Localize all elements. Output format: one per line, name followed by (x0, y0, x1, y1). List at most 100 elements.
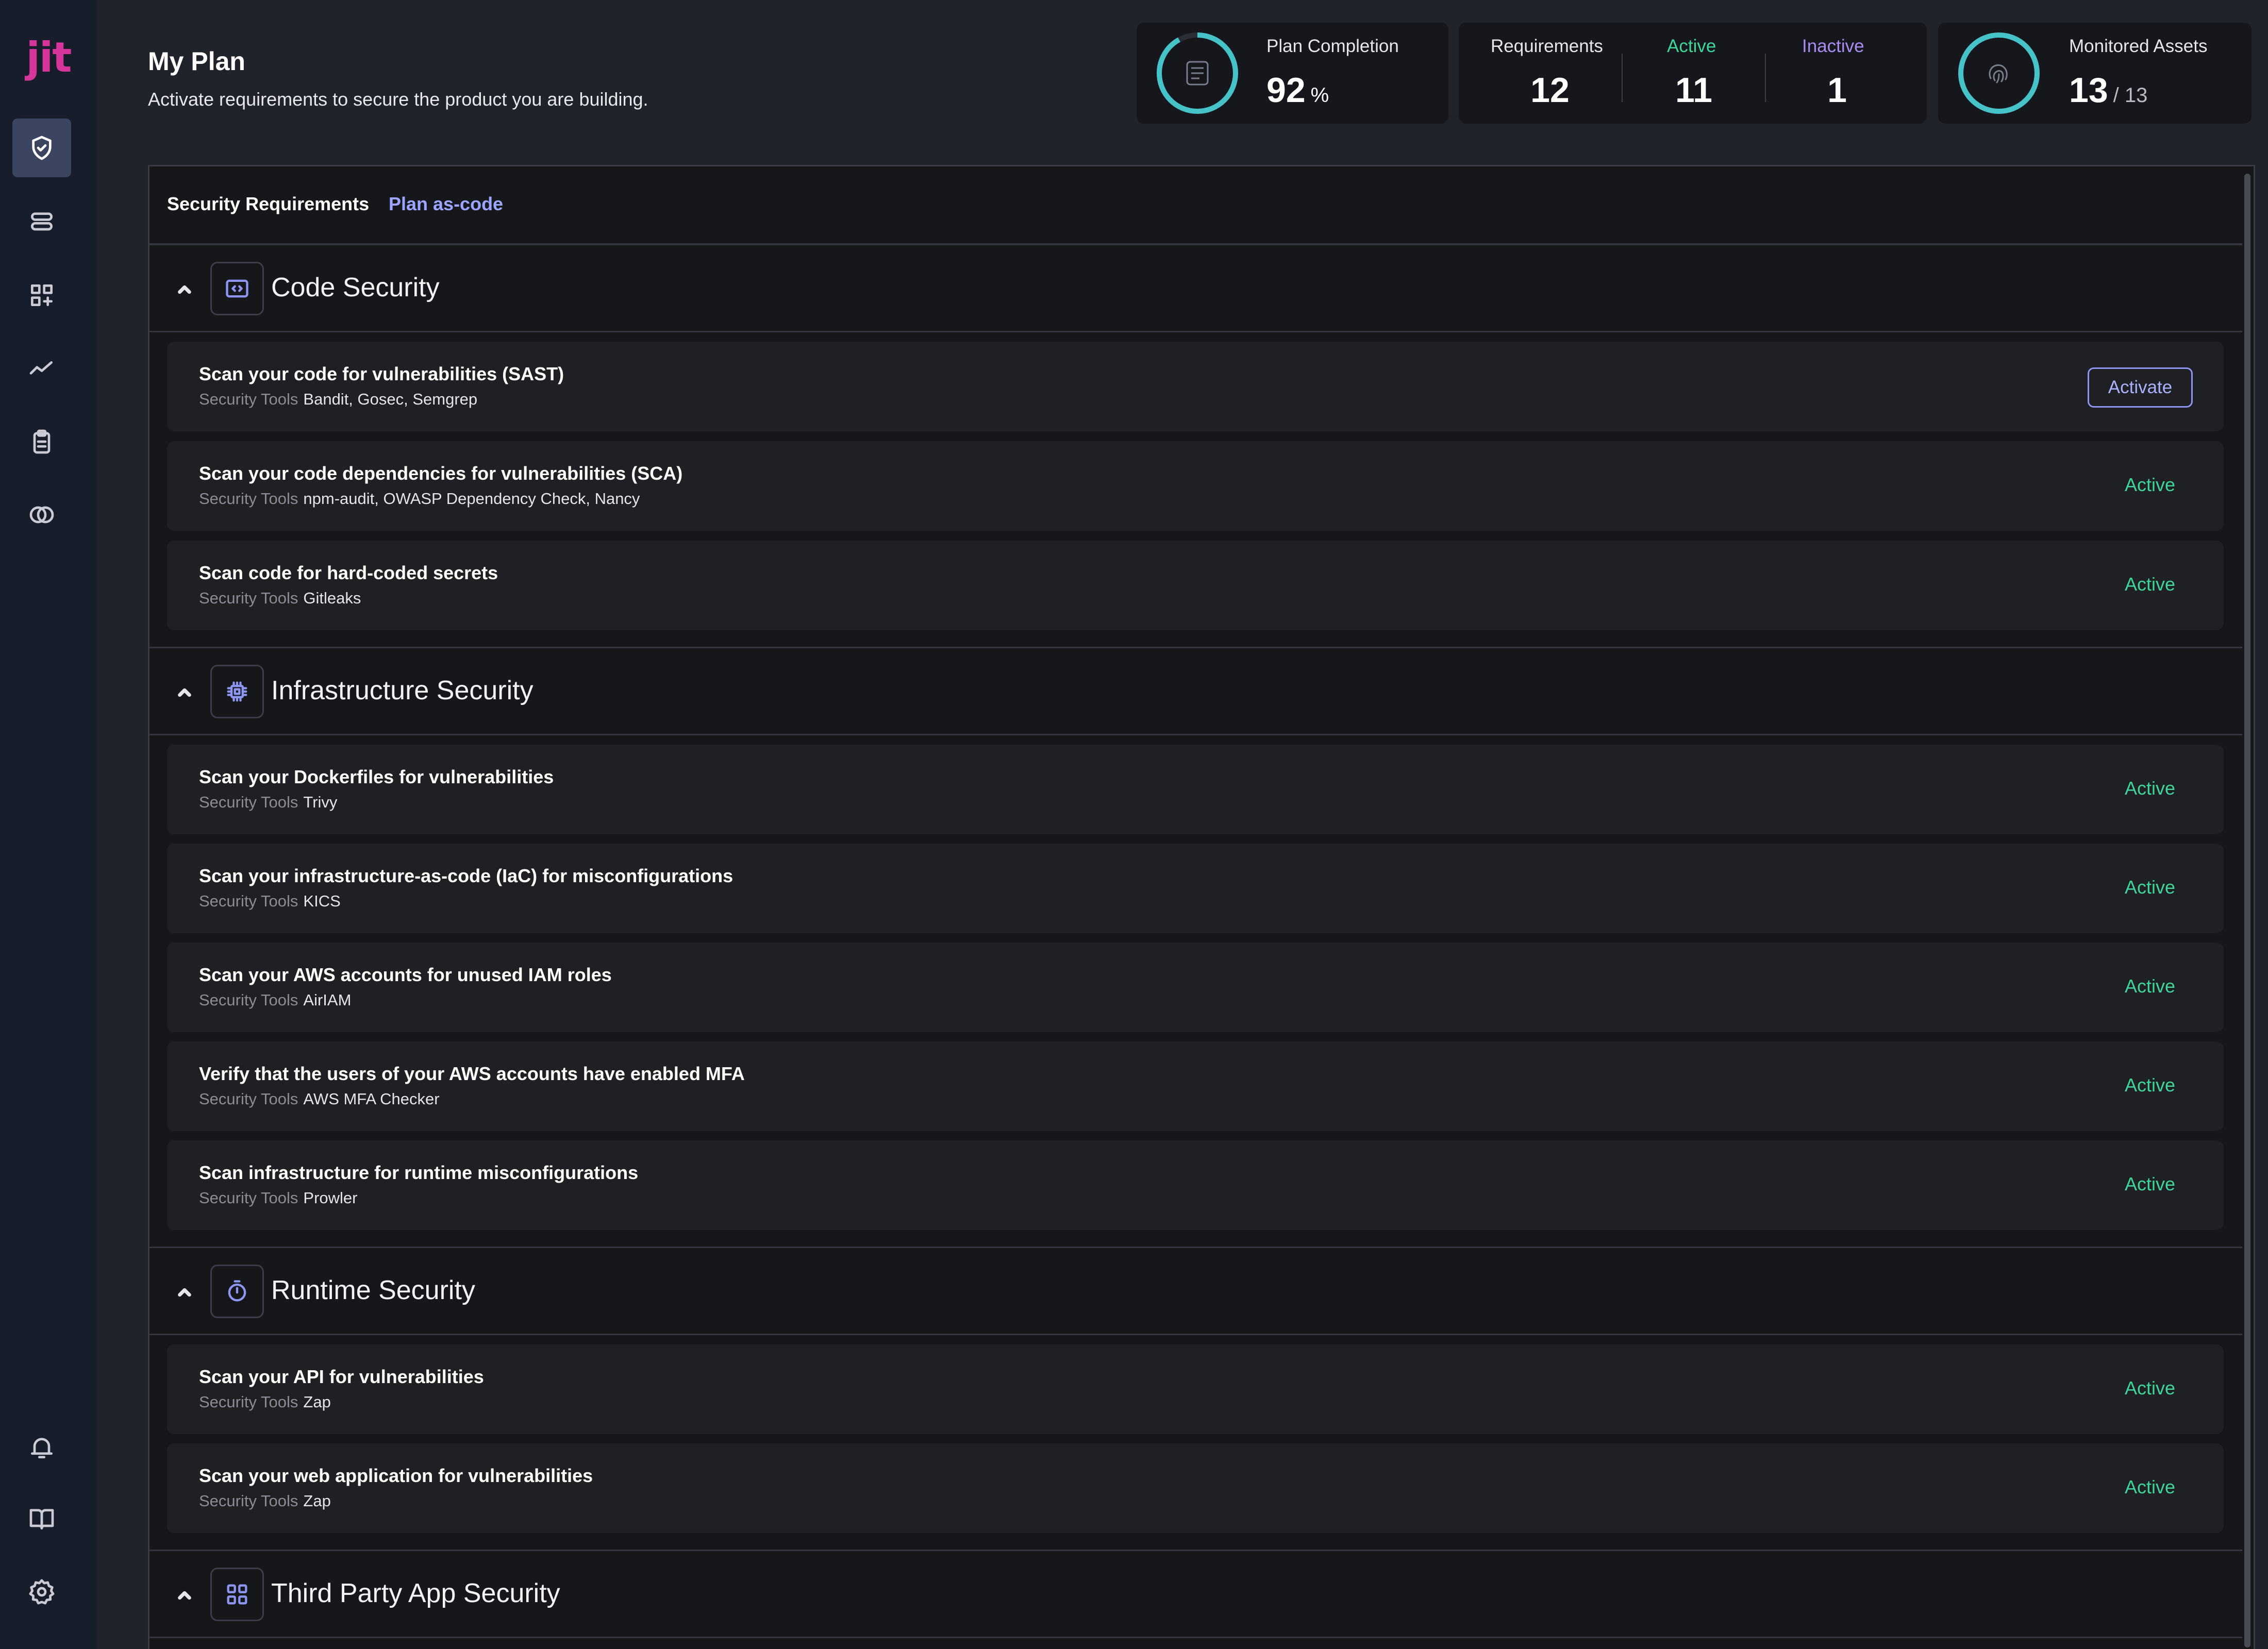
requirement-row-iac[interactable]: Scan your infrastructure-as-code (IaC) f… (167, 844, 2224, 933)
requirement-title: Scan code for hard-coded secrets (199, 562, 498, 583)
tab-security-requirements[interactable]: Security Requirements (167, 193, 369, 215)
status-active[interactable]: Active (2125, 1074, 2175, 1096)
requirement-title: Scan your infrastructure-as-code (IaC) f… (199, 865, 733, 886)
tools-list: npm-audit, OWASP Dependency Check, Nancy (303, 490, 640, 508)
requirement-tools: Security Tools Prowler (199, 1189, 358, 1207)
requirement-title: Scan your code dependencies for vulnerab… (199, 463, 683, 484)
status-active[interactable]: Active (2125, 877, 2175, 898)
jit-logo[interactable]: jit (19, 33, 78, 82)
gear-icon (29, 1579, 55, 1605)
section-title: Runtime Security (271, 1275, 475, 1305)
requirement-title: Scan your Dockerfiles for vulnerabilitie… (199, 766, 554, 787)
sidebar-item-docs[interactable] (12, 1489, 71, 1548)
tools-label: Security Tools (199, 991, 298, 1009)
tools-label: Security Tools (199, 1090, 298, 1108)
clipboard-icon (33, 429, 51, 454)
section-header-code-security[interactable]: Code Security (149, 244, 2242, 332)
panel-tabs: Security Requirements Plan as-code (149, 166, 2242, 245)
sidebar-item-notifications[interactable] (12, 1418, 71, 1477)
fingerprint-icon (1989, 64, 2008, 83)
tools-list: KICS (303, 892, 341, 910)
tools-label: Security Tools (199, 390, 298, 408)
status-active[interactable]: Active (2125, 1377, 2175, 1399)
tools-list: AWS MFA Checker (303, 1090, 440, 1108)
requirement-tools: Security Tools KICS (199, 892, 341, 911)
section-title: Third Party App Security (271, 1578, 560, 1608)
requirement-row-api[interactable]: Scan your API for vulnerabilities Securi… (167, 1344, 2224, 1434)
sidebar-item-compliance[interactable] (12, 485, 71, 544)
requirement-title: Scan your code for vulnerabilities (SAST… (199, 363, 564, 384)
requirements-value: 12 (1530, 71, 1570, 110)
requirement-title: Scan your AWS accounts for unused IAM ro… (199, 964, 612, 985)
layers-icon (31, 212, 53, 231)
requirement-tools: Security Tools Zap (199, 1393, 331, 1411)
monitored-assets-ring (1958, 32, 2040, 114)
requirement-tools: Security Tools Gitleaks (199, 589, 361, 608)
requirement-row-sast[interactable]: Scan your code for vulnerabilities (SAST… (167, 342, 2224, 431)
requirement-row-iam-roles[interactable]: Scan your AWS accounts for unused IAM ro… (167, 943, 2224, 1032)
requirement-row-web-app[interactable]: Scan your web application for vulnerabil… (167, 1443, 2224, 1533)
status-active[interactable]: Active (2125, 1173, 2175, 1195)
activate-button[interactable]: Activate (2088, 367, 2193, 408)
section-header-infrastructure-security[interactable]: Infrastructure Security (149, 647, 2242, 735)
collapse-chevron-up-icon[interactable] (170, 275, 199, 304)
sidebar-item-settings[interactable] (12, 1562, 71, 1621)
requirement-tools: Security Tools AirIAM (199, 991, 351, 1009)
section-header-third-party-app-security[interactable]: Third Party App Security (149, 1550, 2242, 1638)
collapse-chevron-up-icon[interactable] (170, 1581, 199, 1610)
tools-label: Security Tools (199, 589, 298, 607)
requirement-row-sca[interactable]: Scan your code dependencies for vulnerab… (167, 441, 2224, 531)
collapse-chevron-up-icon[interactable] (170, 1278, 199, 1307)
requirement-row-dockerfiles[interactable]: Scan your Dockerfiles for vulnerabilitie… (167, 745, 2224, 834)
tools-list: Bandit, Gosec, Semgrep (303, 390, 478, 408)
status-active[interactable]: Active (2125, 975, 2175, 997)
scrollbar[interactable] (2244, 174, 2250, 1647)
sidebar-item-resources[interactable] (12, 193, 71, 251)
status-active[interactable]: Active (2125, 574, 2175, 595)
sidebar-item-insights[interactable] (12, 339, 71, 398)
sidebar-item-plan[interactable] (12, 119, 71, 177)
tools-label: Security Tools (199, 1492, 298, 1510)
inactive-label: Inactive (1802, 36, 1864, 56)
trend-line-icon (29, 361, 53, 375)
sidebar-item-integrations[interactable] (12, 266, 71, 325)
cpu-chip-icon (210, 665, 264, 718)
plan-completion-ring (1157, 32, 1238, 114)
requirement-row-secrets[interactable]: Scan code for hard-coded secrets Securit… (167, 541, 2224, 630)
page-subtitle: Activate requirements to secure the prod… (148, 89, 648, 110)
document-icon (1186, 61, 1209, 86)
status-active[interactable]: Active (2125, 1476, 2175, 1498)
status-active[interactable]: Active (2125, 778, 2175, 799)
percent-unit: % (1310, 84, 1329, 107)
apps-grid-icon (210, 1568, 264, 1621)
requirement-tools: Security Tools Bandit, Gosec, Semgrep (199, 390, 477, 409)
requirement-title: Scan your web application for vulnerabil… (199, 1465, 593, 1486)
section-header-runtime-security[interactable]: Runtime Security (149, 1247, 2242, 1335)
requirement-tools: Security Tools Zap (199, 1492, 331, 1510)
tools-list: Trivy (303, 793, 338, 811)
inactive-value: 1 (1827, 71, 1847, 110)
plan-completion-value: 92% (1266, 71, 1329, 110)
tools-label: Security Tools (199, 490, 298, 508)
status-active[interactable]: Active (2125, 474, 2175, 496)
sidebar: jit (0, 0, 97, 1649)
requirement-row-mfa[interactable]: Verify that the users of your AWS accoun… (167, 1041, 2224, 1131)
bell-icon (31, 1438, 53, 1458)
monitored-assets-total: / 13 (2113, 84, 2148, 107)
plan-completion-card[interactable]: Plan Completion 92% (1137, 23, 1448, 124)
collapse-chevron-up-icon[interactable] (170, 678, 199, 707)
monitored-assets-card[interactable]: Monitored Assets 13/ 13 (1938, 23, 2252, 124)
requirement-tools: Security Tools npm-audit, OWASP Dependenc… (199, 490, 640, 508)
requirements-card: Requirements 12 Active 11 Inactive 1 (1459, 23, 1927, 124)
tools-label: Security Tools (199, 892, 298, 910)
monitored-assets-value: 13/ 13 (2069, 71, 2148, 110)
monitored-assets-label: Monitored Assets (2069, 36, 2208, 56)
book-icon (29, 1509, 54, 1529)
requirement-row-runtime-misconfig[interactable]: Scan infrastructure for runtime misconfi… (167, 1140, 2224, 1230)
shield-check-icon (32, 136, 52, 160)
tab-plan-as-code[interactable]: Plan as-code (389, 193, 503, 215)
code-icon (210, 262, 264, 315)
page-title: My Plan (148, 47, 245, 76)
sidebar-item-backlog[interactable] (12, 412, 71, 471)
section-title: Infrastructure Security (271, 676, 533, 705)
